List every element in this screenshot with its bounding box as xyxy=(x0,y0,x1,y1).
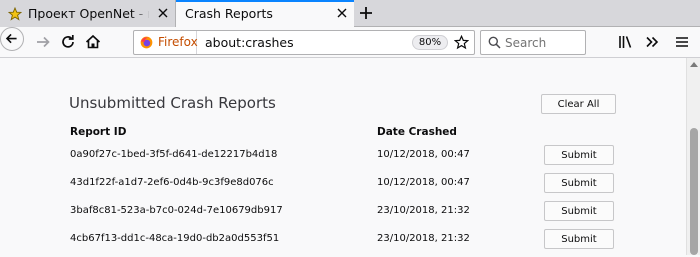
search-input[interactable] xyxy=(505,34,581,51)
navigation-toolbar: Firefox about:crashes 80% xyxy=(0,27,700,58)
scrollbar-thumb[interactable] xyxy=(690,128,698,255)
column-header-report-id: Report ID xyxy=(70,126,127,138)
bookmark-star-icon[interactable] xyxy=(454,35,469,50)
submit-button[interactable]: Submit xyxy=(544,145,614,165)
table-row: 4cb67f13-dd1c-48ca-19d0-db2a0d553f51 23/… xyxy=(0,229,686,257)
library-icon[interactable] xyxy=(615,31,637,53)
tab-opennet[interactable]: Проект OpenNet - всё, что xyxy=(0,0,176,27)
table-row: 3baf8c81-523a-b7c0-024d-7e10679db917 23/… xyxy=(0,201,686,229)
vertical-scrollbar[interactable] xyxy=(686,58,700,255)
page-content: Unsubmitted Crash Reports Clear All Repo… xyxy=(0,58,686,255)
firefox-logo-icon xyxy=(140,36,153,49)
submit-button[interactable]: Submit xyxy=(544,173,614,193)
search-icon xyxy=(488,36,501,49)
back-arrow-icon[interactable] xyxy=(0,27,24,51)
tab-crash-reports[interactable]: Crash Reports xyxy=(176,0,354,28)
table-row: 0a90f27c-1bed-3f5f-d641-de12217b4d18 10/… xyxy=(0,145,686,173)
url-bar[interactable]: Firefox about:crashes 80% xyxy=(133,30,475,55)
submit-button[interactable]: Submit xyxy=(544,229,614,249)
star-icon xyxy=(8,7,22,21)
identity-box[interactable]: Firefox xyxy=(134,31,198,54)
submit-button[interactable]: Submit xyxy=(544,201,614,221)
date-crashed: 23/10/2018, 21:32 xyxy=(377,205,470,216)
home-icon[interactable] xyxy=(82,31,104,53)
tab-strip: Проект OpenNet - всё, что Crash Reports xyxy=(0,0,700,28)
zoom-indicator[interactable]: 80% xyxy=(412,35,448,50)
report-id: 43d1f22f-a1d7-2ef6-0d4b-9c3f9e8d076c xyxy=(70,177,274,188)
chevrons-right-icon[interactable] xyxy=(641,31,663,53)
clear-all-button[interactable]: Clear All xyxy=(541,94,616,114)
report-id: 4cb67f13-dd1c-48ca-19d0-db2a0d553f51 xyxy=(70,233,280,244)
table-row: 43d1f22f-a1d7-2ef6-0d4b-9c3f9e8d076c 10/… xyxy=(0,173,686,201)
new-tab-icon[interactable] xyxy=(357,4,375,22)
date-crashed: 10/12/2018, 00:47 xyxy=(377,177,470,188)
tab-title: Crash Reports xyxy=(185,6,273,21)
date-crashed: 10/12/2018, 00:47 xyxy=(377,149,470,160)
forward-arrow-icon[interactable] xyxy=(32,31,54,53)
report-id: 3baf8c81-523a-b7c0-024d-7e10679db917 xyxy=(70,205,283,216)
report-id: 0a90f27c-1bed-3f5f-d641-de12217b4d18 xyxy=(70,149,278,160)
search-bar[interactable] xyxy=(480,30,586,55)
scroll-up-arrow-icon[interactable] xyxy=(690,61,698,67)
url-text[interactable]: about:crashes xyxy=(205,35,294,50)
hamburger-menu-icon[interactable] xyxy=(671,31,693,53)
close-icon[interactable] xyxy=(158,8,168,18)
date-crashed: 23/10/2018, 21:32 xyxy=(377,233,470,244)
close-icon[interactable] xyxy=(337,8,347,18)
tab-title-fade xyxy=(131,0,151,27)
column-header-date-crashed: Date Crashed xyxy=(377,126,457,138)
reload-icon[interactable] xyxy=(57,31,79,53)
page-title: Unsubmitted Crash Reports xyxy=(69,94,276,112)
identity-label: Firefox xyxy=(158,35,198,49)
